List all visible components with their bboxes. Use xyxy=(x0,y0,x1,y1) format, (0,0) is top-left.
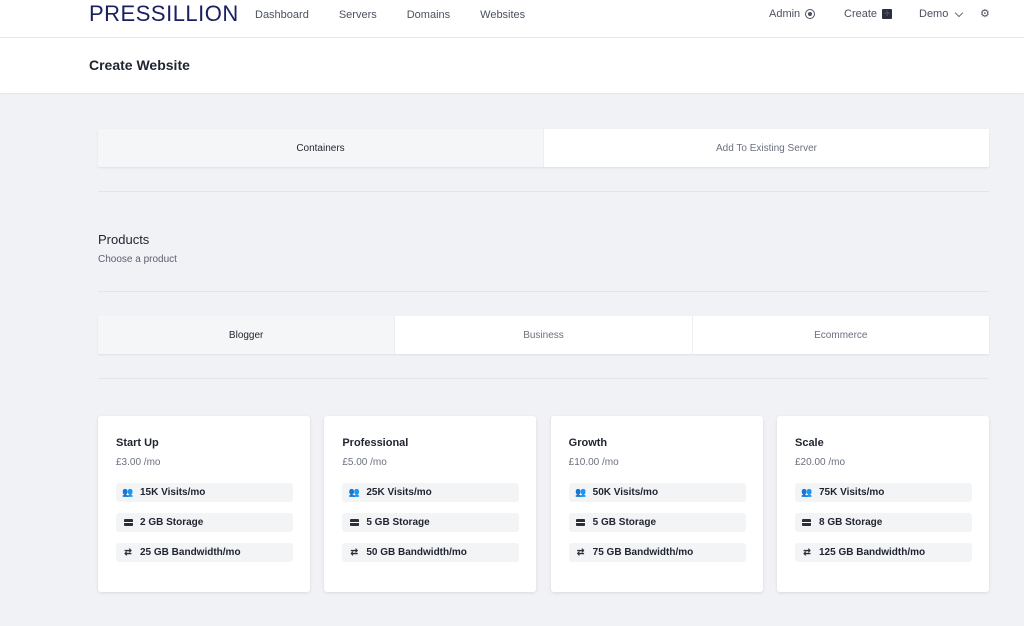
page-title: Create Website xyxy=(89,57,190,73)
tab-business[interactable]: Business xyxy=(395,316,693,354)
plus-icon: + xyxy=(882,8,893,20)
visits-label: 25K Visits/mo xyxy=(366,487,432,498)
nav-domains[interactable]: Domains xyxy=(407,9,450,21)
users-icon: 👥 xyxy=(122,487,134,497)
plan-feature-storage: 2 GB Storage xyxy=(116,513,293,532)
bandwidth-label: 25 GB Bandwidth/mo xyxy=(140,547,241,558)
plan-card-growth[interactable]: Growth £10.00 /mo 👥 50K Visits/mo 5 GB S… xyxy=(550,416,763,592)
create-menu[interactable]: Create + xyxy=(844,8,893,20)
plan-feature-visits: 👥 50K Visits/mo xyxy=(568,483,746,502)
create-label: Create xyxy=(844,8,878,20)
divider xyxy=(98,291,989,292)
storage-icon xyxy=(802,518,812,526)
products-heading: Products xyxy=(98,232,150,247)
plan-feature-bandwidth: ⇄ 25 GB Bandwidth/mo xyxy=(116,543,293,562)
visits-label: 75K Visits/mo xyxy=(818,487,885,498)
storage-icon-wrap xyxy=(347,518,361,528)
user-label: Demo xyxy=(919,8,949,20)
tab-ecommerce[interactable]: Ecommerce xyxy=(693,316,989,354)
main-nav: Dashboard Servers Domains Websites xyxy=(255,9,525,21)
plan-name: Scale xyxy=(794,437,824,449)
server-type-tabs: Containers Add To Existing Server xyxy=(98,129,989,167)
plan-name: Growth xyxy=(568,437,608,449)
plan-price: £3.00 /mo xyxy=(116,457,161,468)
plan-feature-bandwidth: ⇄ 50 GB Bandwidth/mo xyxy=(342,543,520,562)
plan-feature-bandwidth: ⇄ 75 GB Bandwidth/mo xyxy=(568,543,746,562)
storage-icon xyxy=(349,518,359,526)
storage-label: 8 GB Storage xyxy=(818,517,883,528)
plan-feature-storage: 5 GB Storage xyxy=(342,513,520,532)
transfer-icon: ⇄ xyxy=(124,547,132,557)
admin-menu[interactable]: Admin xyxy=(769,8,816,20)
storage-icon-wrap xyxy=(574,518,588,528)
plan-card-scale[interactable]: Scale £20.00 /mo 👥 75K Visits/mo 8 GB St… xyxy=(776,416,989,592)
plan-cards: Start Up £3.00 /mo 👥 15K Visits/mo 2 GB … xyxy=(98,416,989,592)
plan-feature-storage: 5 GB Storage xyxy=(568,513,746,532)
settings-button[interactable]: ⚙ xyxy=(980,7,990,20)
plan-name: Start Up xyxy=(116,437,159,449)
top-navbar: PRESSILLION Dashboard Servers Domains We… xyxy=(0,0,1024,38)
plan-feature-visits: 👥 15K Visits/mo xyxy=(116,483,293,502)
nav-servers[interactable]: Servers xyxy=(339,9,377,21)
products-subtitle: Choose a product xyxy=(98,254,177,265)
storage-label: 5 GB Storage xyxy=(592,517,657,528)
plan-card-professional[interactable]: Professional £5.00 /mo 👥 25K Visits/mo 5… xyxy=(324,416,537,592)
storage-label: 5 GB Storage xyxy=(366,517,430,528)
visits-label: 15K Visits/mo xyxy=(140,487,206,498)
product-category-tabs: Blogger Business Ecommerce xyxy=(98,316,989,354)
plan-price: £5.00 /mo xyxy=(342,457,387,468)
storage-icon xyxy=(576,518,586,526)
tab-blogger[interactable]: Blogger xyxy=(98,316,396,354)
transfer-icon: ⇄ xyxy=(350,547,359,557)
nav-right: Admin Create + Demo ⚙ xyxy=(769,8,999,22)
page-header: Create Website xyxy=(0,38,1024,93)
plan-feature-storage: 8 GB Storage xyxy=(794,513,972,532)
storage-icon xyxy=(123,518,133,526)
bandwidth-label: 50 GB Bandwidth/mo xyxy=(366,547,467,558)
plan-feature-bandwidth: ⇄ 125 GB Bandwidth/mo xyxy=(794,543,972,562)
users-icon: 👥 xyxy=(801,487,813,497)
admin-label: Admin xyxy=(769,8,801,20)
tab-add-to-existing-server[interactable]: Add To Existing Server xyxy=(544,129,989,167)
bandwidth-label: 75 GB Bandwidth/mo xyxy=(592,547,694,558)
gear-icon: ⚙ xyxy=(980,8,990,20)
transfer-icon: ⇄ xyxy=(576,547,585,557)
plan-card-start-up[interactable]: Start Up £3.00 /mo 👥 15K Visits/mo 2 GB … xyxy=(98,416,310,592)
app-logo[interactable]: PRESSILLION xyxy=(89,1,239,27)
tab-containers[interactable]: Containers xyxy=(98,129,544,167)
plan-feature-visits: 👥 25K Visits/mo xyxy=(342,483,520,502)
divider xyxy=(98,191,989,192)
storage-icon-wrap xyxy=(800,518,814,528)
plan-price: £20.00 /mo xyxy=(794,457,846,468)
users-icon: 👥 xyxy=(575,487,587,497)
transfer-icon: ⇄ xyxy=(803,547,811,557)
chevron-down-icon xyxy=(955,8,964,17)
nav-websites[interactable]: Websites xyxy=(480,9,525,21)
visits-label: 50K Visits/mo xyxy=(592,487,659,498)
plan-name: Professional xyxy=(342,437,409,449)
users-icon: 👥 xyxy=(348,487,360,497)
bandwidth-label: 125 GB Bandwidth/mo xyxy=(818,547,926,558)
user-menu[interactable]: Demo xyxy=(919,8,964,20)
admin-icon xyxy=(805,9,816,19)
storage-icon-wrap xyxy=(121,518,135,528)
plan-feature-visits: 👥 75K Visits/mo xyxy=(794,483,972,502)
nav-dashboard[interactable]: Dashboard xyxy=(255,9,309,21)
storage-label: 2 GB Storage xyxy=(140,517,204,528)
plan-price: £10.00 /mo xyxy=(568,457,619,468)
divider xyxy=(98,378,989,379)
